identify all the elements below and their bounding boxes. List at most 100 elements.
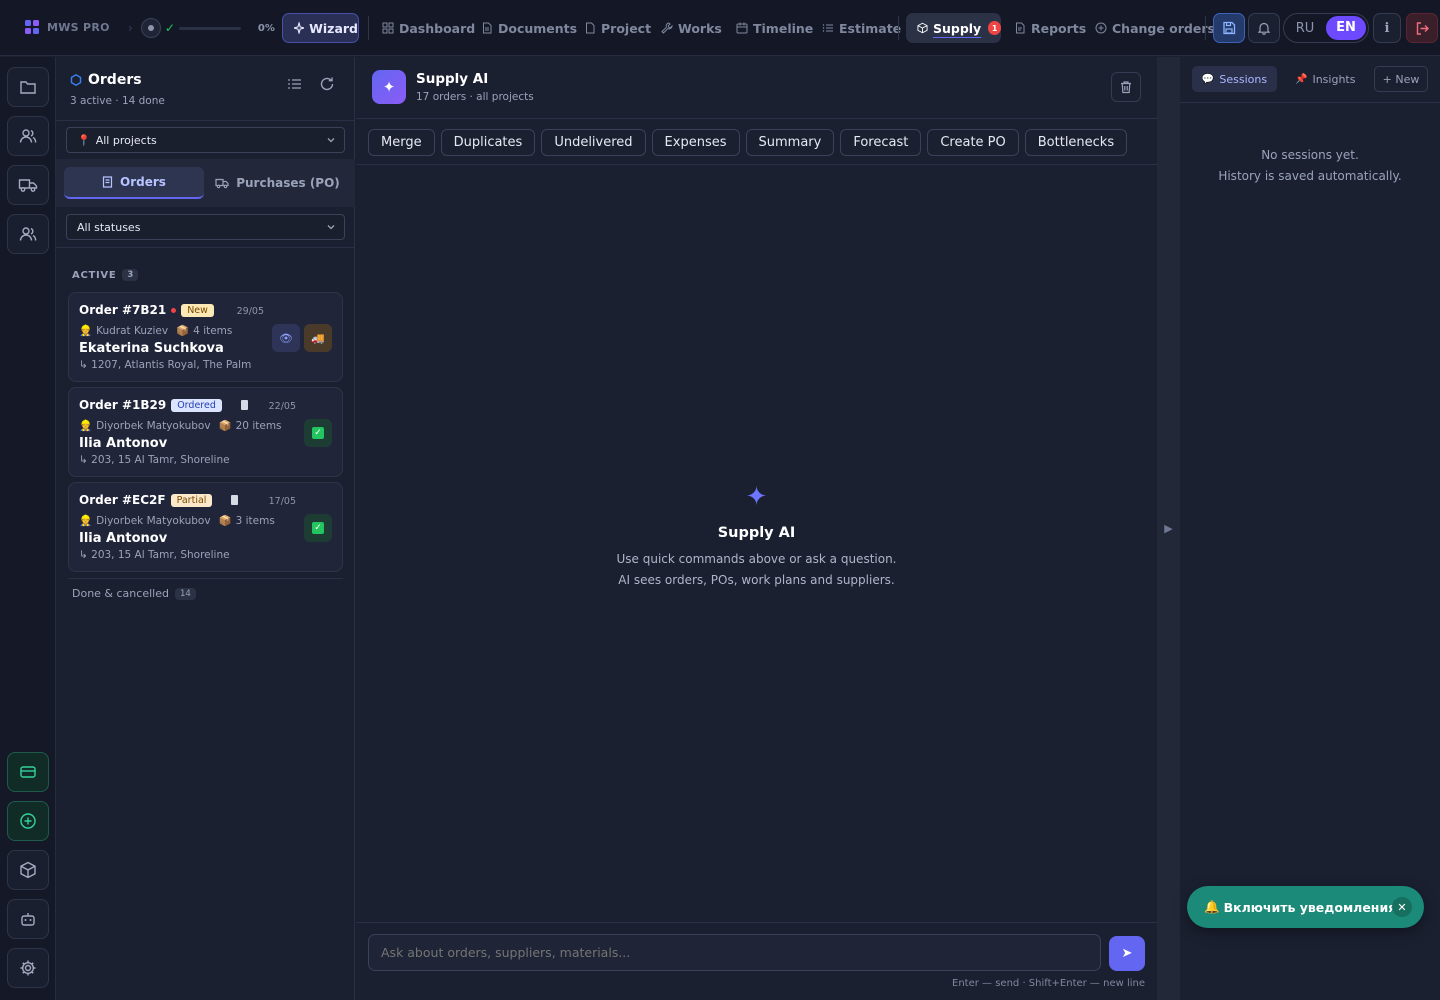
enable-notifications-toast[interactable]: 🔔 Включить уведомления ✕ — [1187, 886, 1424, 928]
send-button[interactable]: ➤ — [1109, 936, 1145, 971]
package-icon — [917, 22, 928, 34]
delivered-check-button[interactable]: ✓ — [304, 419, 332, 447]
nav-timeline-label: Timeline — [753, 20, 814, 36]
order-title-row: Order #EC2F Partial — [79, 493, 239, 507]
wizard-button[interactable]: Wizard — [282, 13, 359, 43]
box-icon: 📦 — [218, 420, 232, 432]
order-card[interactable]: Order #EC2F Partial 17/05 👷 Diyorbek Mat… — [68, 482, 343, 572]
logout-button[interactable] — [1406, 13, 1438, 43]
nav-works[interactable]: Works — [661, 13, 722, 43]
order-card[interactable]: Order #7B21 New 29/05 👷 Kudrat Kuziev 📦 … — [68, 292, 343, 382]
tab-orders[interactable]: Orders — [64, 167, 204, 199]
list-view-icon[interactable] — [287, 76, 303, 92]
tab-insights[interactable]: 📌 Insights — [1295, 66, 1355, 92]
rail-add-button[interactable] — [7, 801, 49, 841]
nav-reports[interactable]: Reports — [1014, 13, 1086, 43]
done-section-toggle[interactable]: Done & cancelled 14 — [72, 587, 196, 600]
ai-avatar: ✦ — [372, 70, 406, 104]
filter-divider — [56, 247, 355, 248]
list-icon — [822, 24, 833, 32]
person-icon: 👷 — [79, 325, 93, 337]
rail-clients-button[interactable] — [7, 116, 49, 156]
info-icon: i — [1384, 20, 1390, 36]
info-button[interactable]: i — [1373, 13, 1401, 43]
order-card[interactable]: Order #1B29 Ordered 22/05 👷 Diyorbek Mat… — [68, 387, 343, 477]
refresh-icon[interactable] — [319, 76, 335, 92]
command-create-po[interactable]: Create PO — [927, 129, 1019, 156]
command-undelivered[interactable]: Undelivered — [541, 129, 646, 156]
delivered-check-button[interactable]: ✓ — [304, 514, 332, 542]
command-merge[interactable]: Merge — [368, 129, 435, 156]
toast-text: Включить уведомления — [1223, 899, 1397, 915]
nav-project[interactable]: Project — [584, 13, 651, 43]
nav-supply[interactable]: Supply 1 — [906, 13, 1001, 43]
left-rail — [0, 57, 56, 1000]
hexagon-icon — [70, 74, 82, 86]
sessions-tabs: 💬 Sessions 📌 Insights + New — [1180, 57, 1440, 103]
tab-purchases[interactable]: Purchases (PO) — [208, 167, 347, 199]
panel-collapse-handle[interactable]: ▶ — [1157, 57, 1180, 1000]
project-filter-select[interactable]: 📍 All projects — [66, 127, 345, 153]
pin-icon: 📌 — [1295, 73, 1308, 85]
document-icon — [483, 22, 492, 34]
command-expenses[interactable]: Expenses — [651, 129, 740, 156]
notifications-button[interactable] — [1248, 13, 1280, 43]
nav-estimate[interactable]: Estimate — [822, 13, 901, 43]
nav-timeline[interactable]: Timeline — [736, 13, 813, 43]
nav-change-orders[interactable]: Change orders — [1095, 13, 1215, 43]
nav-dashboard[interactable]: Dashboard — [382, 13, 475, 43]
clear-chat-button[interactable] — [1111, 72, 1141, 102]
section-divider — [68, 578, 343, 579]
rail-wallet-button[interactable] — [7, 752, 49, 792]
order-manager: Kudrat Kuziev — [96, 324, 169, 337]
nav-divider — [368, 16, 369, 40]
sessions-empty-line-2: History is saved automatically. — [1218, 169, 1402, 183]
rail-delivery-button[interactable] — [7, 165, 49, 205]
supply-count-badge: 1 — [988, 21, 1001, 35]
wrench-icon — [661, 22, 673, 34]
tab-sessions[interactable]: 💬 Sessions — [1192, 66, 1277, 92]
status-filter-select[interactable]: All statuses — [66, 214, 345, 240]
command-bottlenecks[interactable]: Bottlenecks — [1024, 129, 1128, 156]
rail-settings-button[interactable] — [7, 948, 49, 988]
empty-title: Supply AI — [717, 525, 796, 541]
app-logo[interactable]: MWS PRO — [25, 20, 110, 34]
nav-project-label: Project — [601, 20, 652, 36]
eye-icon: 👁 — [279, 331, 293, 345]
rail-package-button[interactable] — [7, 850, 49, 890]
orders-panel: Orders 3 active · 14 done 📍 All projects… — [56, 57, 355, 1000]
bell-icon — [1257, 22, 1271, 35]
command-summary[interactable]: Summary — [745, 129, 835, 156]
orders-tabs: Orders Purchases (PO) — [56, 159, 355, 207]
language-switch: RU EN — [1283, 13, 1369, 43]
nav-divider — [1205, 16, 1206, 40]
command-forecast[interactable]: Forecast — [840, 129, 922, 156]
order-number: Order #EC2F — [79, 493, 166, 507]
order-address: ↳ 203, 15 Al Tamr, Shoreline — [79, 549, 230, 561]
sparkle-icon: ✦ — [382, 78, 396, 96]
checkbox-checked-icon: ✓ — [312, 522, 324, 534]
rail-bot-button[interactable] — [7, 899, 49, 939]
command-duplicates[interactable]: Duplicates — [440, 129, 536, 156]
chips-divider — [356, 164, 1157, 165]
close-icon[interactable]: ✕ — [1392, 897, 1412, 917]
nav-dashboard-label: Dashboard — [399, 20, 476, 36]
order-meta: 👷 Kudrat Kuziev 📦 4 items — [79, 324, 232, 338]
nav-documents[interactable]: Documents — [481, 13, 577, 43]
folder-icon — [20, 81, 36, 94]
progress-knob-icon — [140, 18, 161, 38]
save-button[interactable] — [1213, 13, 1245, 43]
tab-orders-label: Orders — [120, 175, 166, 189]
view-order-button[interactable]: 👁 — [272, 324, 300, 352]
wizard-progress: › ✓ 0% — [128, 18, 275, 38]
lang-en-button[interactable]: EN — [1326, 16, 1366, 40]
order-address-text: 203, 15 Al Tamr, Shoreline — [91, 549, 230, 561]
chat-input[interactable] — [368, 934, 1101, 971]
rail-team-button[interactable] — [7, 214, 49, 254]
deliver-order-button[interactable]: 🚚 — [304, 324, 332, 352]
lang-ru-button[interactable]: RU — [1284, 21, 1326, 36]
logout-icon — [1416, 21, 1429, 35]
new-session-button[interactable]: + New — [1374, 66, 1428, 92]
order-manager: Diyorbek Matyokubov — [96, 419, 211, 432]
rail-folder-button[interactable] — [7, 67, 49, 107]
